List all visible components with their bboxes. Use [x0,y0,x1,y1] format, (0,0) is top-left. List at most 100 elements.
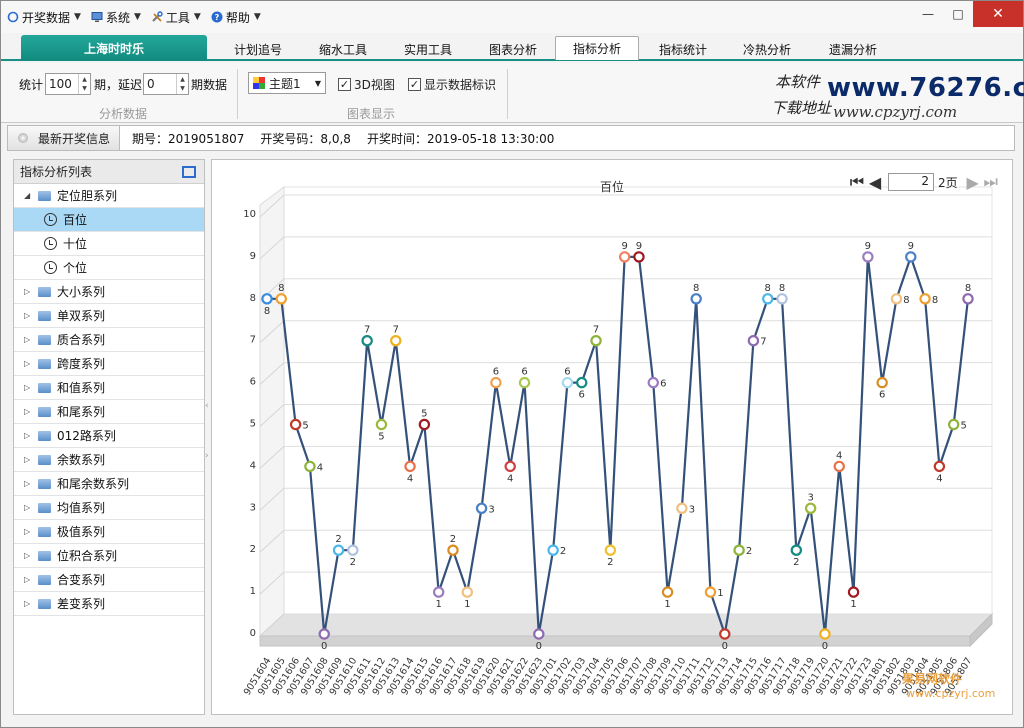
data-point-marker [876,376,888,389]
menu-tools[interactable]: 工具 ▼ [145,1,205,33]
data-point-marker [819,628,831,640]
data-label: 9 [636,241,642,252]
data-label: 8 [278,283,284,294]
data-point-marker [905,251,917,263]
data-label: 8 [965,283,971,294]
tree-group-item[interactable]: ▷ 合变系列 [14,568,204,592]
menu-kaijiang[interactable]: 开奖数据 ▼ [1,1,85,33]
minimize-button[interactable]: — [913,1,943,27]
collapsed-arrow-icon[interactable]: ▷ [24,407,38,416]
collapsed-arrow-icon[interactable]: ▷ [24,431,38,440]
page-input[interactable]: 2 [888,173,934,191]
next-page-icon[interactable]: ▶ [964,173,982,192]
last-page-icon[interactable]: ⏭ [982,172,1000,192]
tree-group-item[interactable]: ▷ 单双系列 [14,304,204,328]
data-label: 1 [435,599,441,610]
data-label: 1 [464,599,470,610]
y-tick-label: 5 [250,419,256,430]
data-point-marker [776,293,788,305]
menu-help[interactable]: ? 帮助 ▼ [205,1,265,33]
folder-icon [38,430,51,441]
data-point-marker [375,418,388,431]
tree-group-item[interactable]: ▷ 余数系列 [14,448,204,472]
data-point-marker [576,376,588,389]
copy-icon[interactable] [182,165,196,178]
latest-draw-button[interactable]: 最新开奖信息 [8,126,120,150]
indicator-list-panel: 指标分析列表 ◢ 定位胆系列 百位 十位 个位 ▷ 大小系列 ▷ 单双系列 ▷ 质合系列 ▷ 跨度系列 ▷… [13,159,205,715]
tree-group-item[interactable]: ▷ 差变系列 [14,592,204,616]
collapsed-arrow-icon[interactable]: ▷ [24,287,38,296]
first-page-icon[interactable]: ⏮ [848,172,866,192]
prev-page-icon[interactable]: ◀ [866,173,884,192]
tab-chart-analysis[interactable]: 图表分析 [471,37,555,61]
data-point-marker [962,293,974,305]
stepper-arrows-icon[interactable]: ▲ ▼ [176,74,188,94]
tab-indicator-stats[interactable]: 指标统计 [641,37,725,61]
tree-leaf-item[interactable]: 十位 [14,232,204,256]
collapsed-arrow-icon[interactable]: ▷ [24,479,38,488]
tree-group-item[interactable]: ▷ 位积合系列 [14,544,204,568]
tree-item-label: 质合系列 [57,333,106,347]
data-label: 6 [879,390,885,401]
stat-count-stepper[interactable]: 100 ▲ ▼ [45,73,91,95]
tab-utility-tool[interactable]: 实用工具 [385,37,471,61]
tree-group-item[interactable]: ▷ 极值系列 [14,520,204,544]
tree-group-item[interactable]: ▷ 均值系列 [14,496,204,520]
tab-hot-cold[interactable]: 冷热分析 [725,37,809,61]
title-bar: 开奖数据 ▼ 系统 ▼ 工具 ▼ ? 帮助 ▼ — □ ✕ [1,1,1023,33]
tree-leaf-item[interactable]: 个位 [14,256,204,280]
tree-group-item[interactable]: ▷ 质合系列 [14,328,204,352]
data-label: 6 [493,367,499,378]
data-label: 8 [693,283,699,294]
collapsed-arrow-icon[interactable]: ▷ [24,359,38,368]
tree-item-label: 百位 [63,213,88,227]
tab-indicator-analysis[interactable]: 指标分析 [555,36,639,60]
tree-item-label: 和值系列 [57,381,106,395]
collapsed-arrow-icon[interactable]: ▷ [24,455,38,464]
stepper-arrows-icon[interactable]: ▲ ▼ [78,74,90,94]
collapsed-arrow-icon[interactable]: ▷ [24,383,38,392]
tab-shrink-tool[interactable]: 缩水工具 [301,37,385,61]
collapsed-arrow-icon[interactable]: ▷ [24,503,38,512]
collapsed-arrow-icon[interactable]: ▷ [24,311,38,320]
chart-title: 百位 [600,179,624,194]
data-label: 2 [607,557,613,568]
menu-label: 帮助 [225,10,250,25]
data-label: 1 [664,599,670,610]
tree-group-item[interactable]: ◢ 定位胆系列 [14,184,204,208]
delay-stepper[interactable]: 0 ▲ ▼ [143,73,189,95]
collapsed-arrow-icon[interactable]: ▷ [24,551,38,560]
issue-field: 期号：2019051807 [132,130,244,147]
tree-group-item[interactable]: ▷ 和值系列 [14,376,204,400]
tree-group-item[interactable]: ▷ 跨度系列 [14,352,204,376]
tree-leaf-item[interactable]: 百位 [14,208,204,232]
expanded-arrow-icon[interactable]: ◢ [24,191,38,200]
close-button[interactable]: ✕ [973,1,1023,27]
collapsed-arrow-icon[interactable]: ▷ [24,335,38,344]
collapsed-arrow-icon[interactable]: ▷ [24,575,38,584]
data-label: 7 [760,337,766,348]
data-label: 5 [961,421,967,432]
data-label: 5 [421,409,427,420]
collapsed-arrow-icon[interactable]: ▷ [24,527,38,536]
view3d-checkbox[interactable]: ✓ 3D视图 [338,76,395,93]
tree-group-item[interactable]: ▷ 大小系列 [14,280,204,304]
tree-group-item[interactable]: ▷ 012路系列 [14,424,204,448]
collapsed-arrow-icon[interactable]: ▷ [24,599,38,608]
tab-plan[interactable]: 计划追号 [215,37,301,61]
folder-icon [38,574,51,585]
watermark-url: www.cpzyrj.com [906,687,996,700]
chevron-down-icon: ▼ [133,12,141,22]
data-point-marker [461,586,473,598]
data-point-marker [518,376,531,389]
theme-select[interactable]: 主题1 ▼ [248,72,326,94]
data-point-marker [661,586,674,598]
menu-system[interactable]: 系统 ▼ [85,1,145,33]
view3d-label: 3D视图 [354,78,395,92]
show-data-label-checkbox[interactable]: ✓ 显示数据标识 [408,76,496,93]
tab-missing[interactable]: 遗漏分析 [809,37,897,61]
lottery-brand-tab[interactable]: 上海时时乐 [21,35,207,61]
tree-group-item[interactable]: ▷ 和尾系列 [14,400,204,424]
maximize-button[interactable]: □ [943,1,973,27]
tree-group-item[interactable]: ▷ 和尾余数系列 [14,472,204,496]
